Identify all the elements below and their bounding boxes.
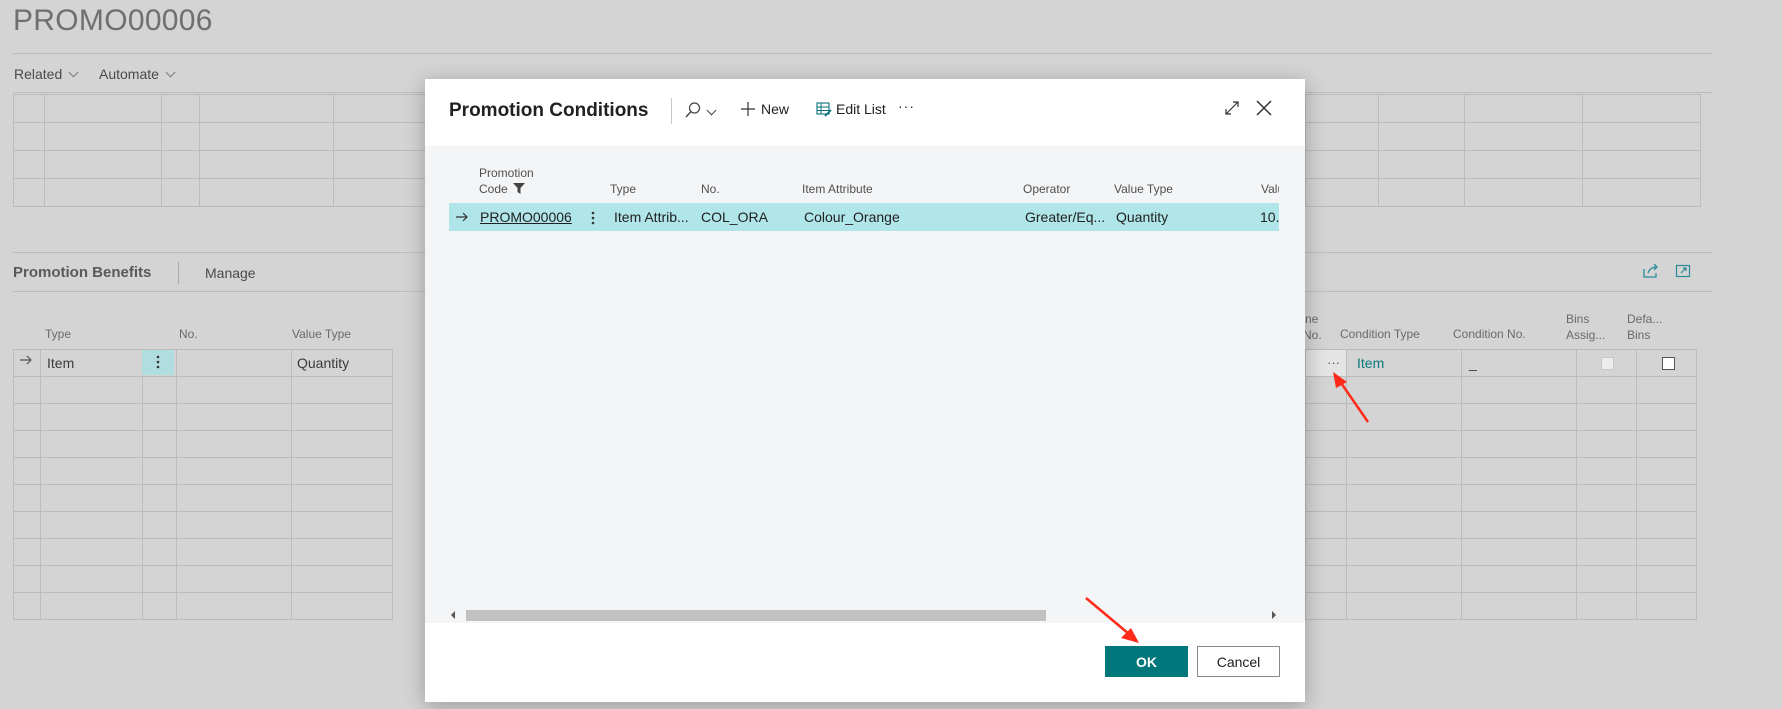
more-actions-button[interactable]: ··· xyxy=(898,98,915,114)
chevron-down-icon xyxy=(165,67,176,78)
scrollbar-thumb[interactable] xyxy=(466,610,1046,621)
table-row[interactable]: PROMO00006 Item Attrib... COL_ORA Colour… xyxy=(449,203,1279,231)
lines-grid-left xyxy=(13,94,435,207)
col-header-default-bins-2: Bins xyxy=(1627,328,1651,342)
search-icon[interactable] xyxy=(684,101,702,124)
edit-list-label: Edit List xyxy=(836,101,886,117)
row-menu-icon[interactable] xyxy=(591,210,595,231)
no-cell[interactable]: COL_ORA xyxy=(701,209,768,225)
dialog-header: Promotion Conditions New Edit List ··· xyxy=(425,79,1305,146)
horizontal-scrollbar[interactable] xyxy=(449,608,1279,622)
manage-action[interactable]: Manage xyxy=(205,265,256,281)
row-arrow-icon xyxy=(455,210,469,229)
ok-button[interactable]: OK xyxy=(1105,646,1188,677)
row-arrow-icon xyxy=(19,353,33,372)
promotion-benefits-title: Promotion Benefits xyxy=(13,264,152,281)
col-header-no[interactable]: No. xyxy=(701,182,720,196)
col-header-type: Type xyxy=(45,327,72,341)
page-title: PROMO00006 xyxy=(13,4,213,37)
menu-automate[interactable]: Automate xyxy=(99,66,176,82)
col-header-bins-assign-1: Bins xyxy=(1566,312,1590,326)
annotation-arrow-icon xyxy=(1085,597,1139,643)
col-header-operator[interactable]: Operator xyxy=(1023,182,1070,196)
menu-related[interactable]: Related xyxy=(14,66,79,82)
lines-grid-right xyxy=(1305,94,1701,207)
benefit-value-type-cell[interactable]: Quantity xyxy=(297,355,349,371)
col-header-promotion-code[interactable]: Code xyxy=(479,182,526,196)
filter-icon xyxy=(513,183,526,194)
col-header-default-bins-1: Defa... xyxy=(1627,312,1663,326)
annotation-arrow-icon xyxy=(1333,372,1370,423)
cancel-button[interactable]: Cancel xyxy=(1197,646,1280,677)
col-header-value-type: Value Type xyxy=(292,327,351,341)
separator xyxy=(671,98,672,124)
scroll-right-icon[interactable] xyxy=(1272,611,1276,619)
share-icon[interactable] xyxy=(1642,263,1660,284)
item-attribute-cell[interactable]: Colour_Orange xyxy=(804,209,900,225)
col-header-promotion-code-label: Code xyxy=(479,182,508,196)
expand-icon[interactable] xyxy=(1224,100,1240,121)
col-header-promotion-code-1: Promotion xyxy=(479,166,534,180)
benefits-grid-left xyxy=(13,349,393,620)
value-cell[interactable]: 10.0 xyxy=(1260,209,1279,225)
close-icon[interactable] xyxy=(1255,99,1273,122)
divider xyxy=(13,53,1713,54)
col-header-item-attribute[interactable]: Item Attribute xyxy=(802,182,873,196)
scroll-left-icon[interactable] xyxy=(451,611,455,619)
col-header-condition-no: Condition No. xyxy=(1453,327,1526,341)
edit-list-button[interactable]: Edit List xyxy=(816,98,891,120)
operator-cell[interactable]: Greater/Eq... xyxy=(1025,209,1105,225)
col-header-value[interactable]: Valu xyxy=(1261,182,1279,196)
col-header-line-no-1: ne xyxy=(1305,312,1319,326)
value-type-cell[interactable]: Quantity xyxy=(1116,209,1168,225)
default-bins-checkbox[interactable] xyxy=(1662,357,1675,370)
col-header-condition-type: Condition Type xyxy=(1340,327,1420,341)
open-in-new-icon[interactable] xyxy=(1675,263,1691,284)
promotion-conditions-dialog: Promotion Conditions New Edit List ··· P… xyxy=(425,79,1305,702)
row-menu-icon[interactable] xyxy=(156,354,160,375)
chevron-down-icon[interactable] xyxy=(706,105,717,116)
new-label: New xyxy=(761,101,790,117)
condition-no-cell[interactable]: _ xyxy=(1469,355,1477,371)
chevron-down-icon xyxy=(68,67,79,78)
separator xyxy=(178,262,179,284)
menu-related-label: Related xyxy=(14,66,63,82)
col-header-line-no-2: No. xyxy=(1303,328,1322,342)
benefit-type-cell[interactable]: Item xyxy=(47,355,74,371)
col-header-bins-assign-2: Assig... xyxy=(1566,328,1606,342)
col-header-no: No. xyxy=(179,327,198,341)
edit-list-icon xyxy=(816,102,832,117)
bins-assigned-checkbox[interactable] xyxy=(1601,357,1614,370)
promotion-code-link[interactable]: PROMO00006 xyxy=(480,209,572,225)
col-header-value-type[interactable]: Value Type xyxy=(1114,182,1173,196)
plus-icon xyxy=(741,102,755,116)
dialog-title: Promotion Conditions xyxy=(449,100,649,121)
type-cell[interactable]: Item Attrib... xyxy=(614,209,689,225)
menu-automate-label: Automate xyxy=(99,66,159,82)
col-header-type[interactable]: Type xyxy=(610,182,636,196)
